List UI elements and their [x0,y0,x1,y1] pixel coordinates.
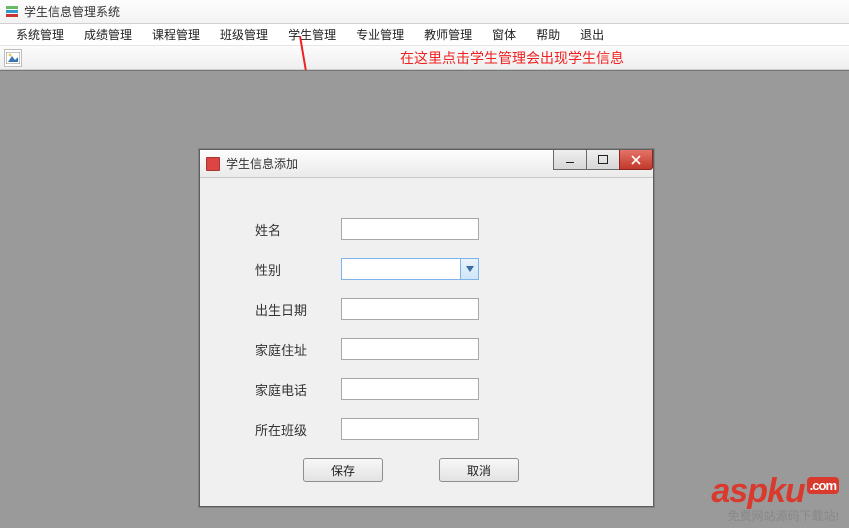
logo-main: aspku.com [711,474,839,508]
logo-sub: 免费网站源码下载站! [711,510,839,522]
menu-major[interactable]: 专业管理 [346,23,414,46]
row-name: 姓名 [255,218,598,240]
app-title: 学生信息管理系统 [24,3,120,20]
close-button[interactable] [619,150,653,170]
annotation-text: 在这里点击学生管理会出现学生信息 [400,48,624,68]
button-row: 保存 取消 [255,458,598,482]
label-phone: 家庭电话 [255,380,341,399]
input-class[interactable] [341,418,479,440]
label-name: 姓名 [255,220,341,239]
input-birth[interactable] [341,298,479,320]
menu-course[interactable]: 课程管理 [142,23,210,46]
row-address: 家庭住址 [255,338,598,360]
maximize-button[interactable] [586,150,620,170]
dialog-app-icon [206,157,220,171]
combo-gender-value [342,259,460,279]
menu-grade[interactable]: 成绩管理 [74,23,142,46]
input-phone[interactable] [341,378,479,400]
minimize-button[interactable] [553,150,587,170]
menu-exit[interactable]: 退出 [570,23,614,46]
label-birth: 出生日期 [255,300,341,319]
menu-class[interactable]: 班级管理 [210,23,278,46]
menu-student[interactable]: 学生管理 [278,23,346,46]
label-gender: 性别 [255,260,341,279]
input-address[interactable] [341,338,479,360]
label-class: 所在班级 [255,420,341,439]
row-phone: 家庭电话 [255,378,598,400]
main-titlebar: 学生信息管理系统 [0,0,849,24]
app-icon [4,4,20,20]
menu-window[interactable]: 窗体 [482,23,526,46]
dialog-title: 学生信息添加 [226,155,298,172]
row-birth: 出生日期 [255,298,598,320]
logo-text: aspku [711,472,804,510]
image-icon[interactable] [4,49,22,67]
dialog-titlebar[interactable]: 学生信息添加 [200,150,653,178]
chevron-down-icon[interactable] [460,259,478,279]
mdi-client-area: http://blog.csdn.net/erlian1992 学生信息添加 姓… [0,70,849,528]
row-gender: 性别 [255,258,598,280]
logo-dotcom: .com [807,477,839,494]
menu-system[interactable]: 系统管理 [6,23,74,46]
cancel-button[interactable]: 取消 [439,458,519,482]
save-button[interactable]: 保存 [303,458,383,482]
dialog-body: 姓名 性别 出生日期 家庭住址 家 [200,178,653,506]
window-controls [554,150,653,170]
menu-help[interactable]: 帮助 [526,23,570,46]
site-logo: aspku.com 免费网站源码下载站! [711,474,839,522]
student-add-dialog: 学生信息添加 姓名 性别 [199,149,654,507]
combo-gender[interactable] [341,258,479,280]
label-address: 家庭住址 [255,340,341,359]
input-name[interactable] [341,218,479,240]
menubar: 系统管理 成绩管理 课程管理 班级管理 学生管理 专业管理 教师管理 窗体 帮助… [0,24,849,46]
menu-teacher[interactable]: 教师管理 [414,23,482,46]
row-class: 所在班级 [255,418,598,440]
